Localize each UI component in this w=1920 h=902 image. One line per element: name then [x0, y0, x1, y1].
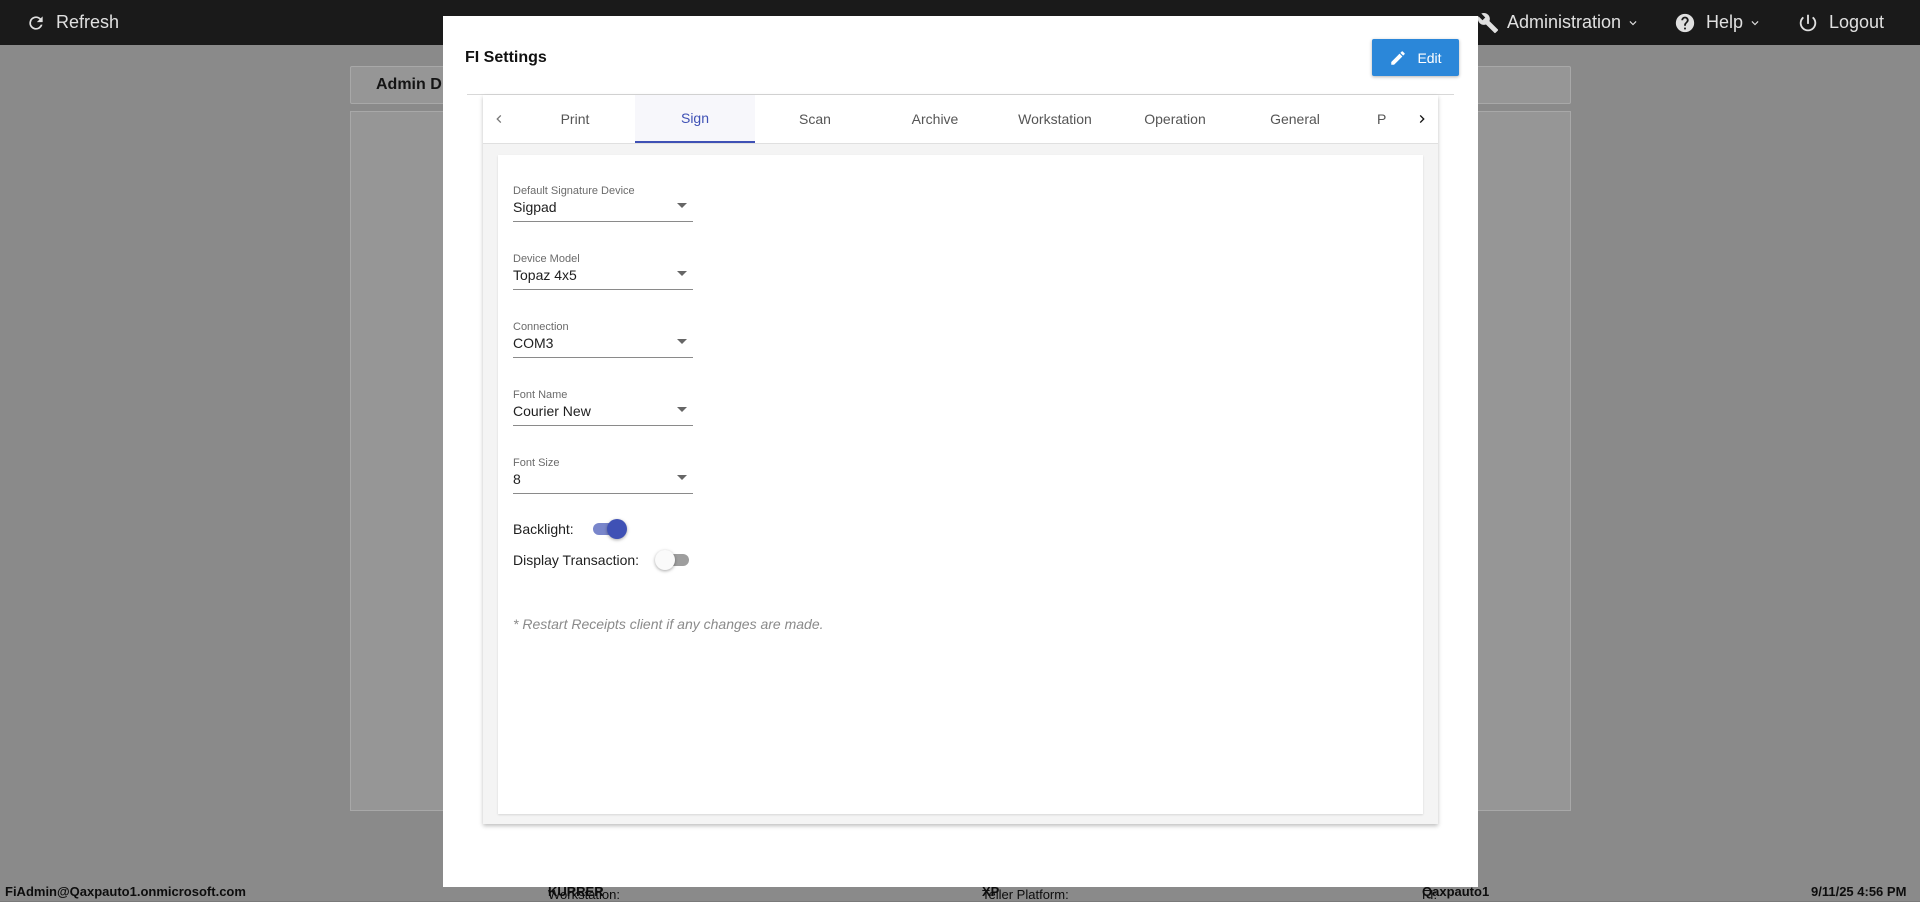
administration-menu[interactable]: Administration — [1477, 0, 1640, 45]
backlight-label: Backlight: — [513, 521, 574, 537]
refresh-label: Refresh — [56, 12, 120, 32]
tab-label: Print — [560, 111, 590, 127]
font-size-select[interactable]: Font Size 8 — [513, 457, 693, 494]
tab-operation[interactable]: Operation — [1115, 95, 1235, 143]
tab-strip: Print Sign Scan Archive Workstation Oper… — [515, 95, 1406, 143]
wrench-icon — [1477, 12, 1499, 33]
tab-label: Archive — [911, 111, 959, 127]
dropdown-arrow-icon — [677, 475, 687, 480]
chevron-right-icon — [1419, 115, 1425, 123]
field-value: Topaz 4x5 — [513, 267, 577, 283]
display-transaction-label: Display Transaction: — [513, 552, 640, 568]
tabs-scroll-right[interactable] — [1406, 95, 1438, 143]
dialog-title: FI Settings — [465, 49, 547, 66]
tab-archive[interactable]: Archive — [875, 95, 995, 143]
dropdown-arrow-icon — [677, 271, 687, 276]
font-name-select[interactable]: Font Name Courier New — [513, 389, 693, 426]
field-value: Courier New — [513, 403, 591, 419]
field-label: Connection — [513, 321, 569, 333]
help-menu[interactable]: Help — [1674, 0, 1762, 45]
device-model-select[interactable]: Device Model Topaz 4x5 — [513, 253, 693, 290]
help-label: Help — [1706, 12, 1744, 32]
dropdown-arrow-icon — [677, 339, 687, 344]
status-user: FiAdmin@Qaxpauto1.onmicrosoft.com — [5, 884, 246, 899]
field-label: Device Model — [513, 253, 580, 265]
status-datetime: 9/11/25 4:56 PM — [1811, 884, 1907, 899]
refresh-icon — [29, 15, 43, 30]
status-workstation-label: Workstation: — [548, 887, 621, 902]
tab-partial[interactable]: P — [1355, 95, 1406, 143]
tab-print[interactable]: Print — [515, 95, 635, 143]
chevron-down-icon — [1629, 20, 1637, 25]
chevron-down-icon — [1751, 20, 1759, 25]
help-icon — [1675, 13, 1695, 32]
field-value: Sigpad — [513, 199, 557, 215]
tab-workstation[interactable]: Workstation — [995, 95, 1115, 143]
tab-sign[interactable]: Sign — [635, 95, 755, 143]
pencil-icon — [1391, 50, 1406, 65]
toggle-thumb — [655, 550, 675, 570]
fi-settings-dialog: FI Settings Edit Print Sign Scan Archive… — [443, 16, 1478, 887]
settings-card: Print Sign Scan Archive Workstation Oper… — [483, 95, 1438, 824]
tab-label: Scan — [799, 111, 831, 127]
status-platform-label: Teller Platform: — [982, 887, 1069, 902]
field-label: Font Size — [513, 457, 560, 469]
dropdown-arrow-icon — [677, 407, 687, 412]
chevron-left-icon — [496, 115, 502, 123]
refresh-button[interactable]: Refresh — [26, 0, 119, 45]
field-label: Default Signature Device — [513, 185, 635, 197]
power-icon — [1799, 14, 1817, 31]
tab-general[interactable]: General — [1235, 95, 1355, 143]
field-label: Font Name — [513, 389, 568, 401]
tab-label: Workstation — [1018, 111, 1092, 127]
settings-tabs: Print Sign Scan Archive Workstation Oper… — [483, 95, 1438, 144]
tab-scan[interactable]: Scan — [755, 95, 875, 143]
edit-button[interactable]: Edit — [1372, 39, 1459, 76]
dialog-header — [467, 38, 1454, 95]
tabs-scroll-left[interactable] — [483, 95, 515, 143]
restart-note: * Restart Receipts client if any changes… — [513, 616, 824, 632]
display-transaction-toggle[interactable] — [655, 550, 691, 570]
administration-label: Administration — [1507, 12, 1622, 32]
tab-label: P — [1377, 111, 1387, 127]
default-signature-device-select[interactable]: Default Signature Device Sigpad — [513, 185, 693, 222]
field-value: COM3 — [513, 335, 554, 351]
background-panel-title: Admin D — [376, 76, 442, 93]
tab-label: Sign — [680, 110, 710, 126]
toggle-thumb — [607, 519, 627, 539]
dropdown-arrow-icon — [677, 203, 687, 208]
logout-button[interactable]: Logout — [1797, 0, 1884, 45]
status-fi-label: FI: — [1422, 887, 1438, 902]
connection-select[interactable]: Connection COM3 — [513, 321, 693, 358]
sign-settings-panel: Default Signature Device Sigpad Device M… — [498, 155, 1423, 814]
edit-label: Edit — [1417, 49, 1442, 66]
tab-label: Operation — [1144, 111, 1206, 127]
tab-label: General — [1270, 111, 1320, 127]
field-value: 8 — [513, 471, 521, 487]
logout-label: Logout — [1829, 12, 1885, 32]
backlight-toggle[interactable] — [591, 519, 627, 539]
